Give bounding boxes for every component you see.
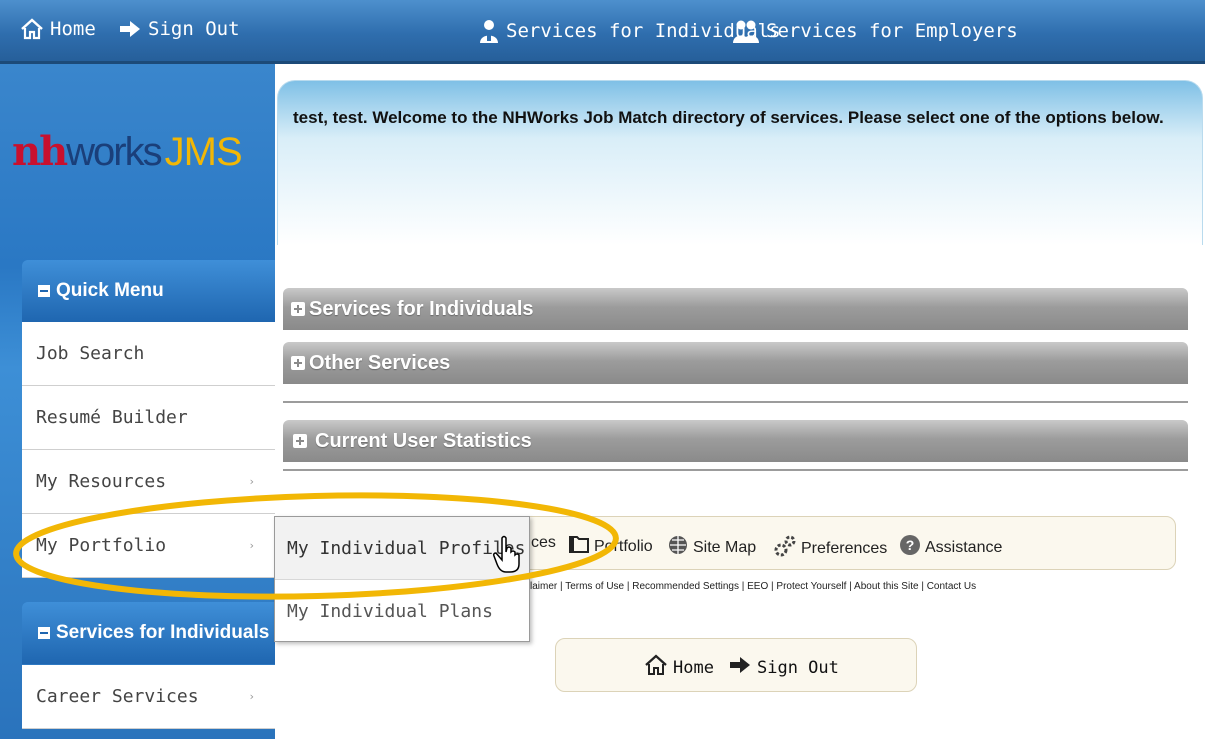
collapse-icon (38, 627, 50, 639)
nhworks-jms-logo[interactable]: nhworks JMS (12, 128, 243, 175)
section-other-services[interactable]: Other Services (283, 342, 1188, 384)
collapse-icon (38, 285, 50, 297)
utility-toolbar: ces Portfolio Site Map Preferences ? Ass… (440, 516, 1176, 570)
welcome-panel: test, test. Welcome to the NHWorks Job M… (277, 80, 1203, 245)
chevron-right-icon: › (248, 690, 255, 703)
chevron-right-icon: › (248, 475, 255, 488)
menu-item-my-resources[interactable]: My Resources › (22, 450, 275, 514)
toolbar-site-map[interactable]: Site Map (667, 534, 756, 561)
top-nav-bar: Home Sign Out Services for Individuals S… (0, 0, 1205, 64)
toolbar-resources[interactable]: ces (531, 534, 556, 552)
svg-text:?: ? (906, 537, 915, 553)
signout-link[interactable]: Sign Out (118, 18, 240, 40)
services-employers-label: Services for Employers (766, 20, 1018, 42)
divider (283, 469, 1188, 471)
expand-icon (291, 356, 305, 370)
menu-item-career-services[interactable]: Career Services › (22, 665, 275, 729)
services-menu-title: Services for Individuals (56, 622, 270, 643)
welcome-message: test, test. Welcome to the NHWorks Job M… (293, 108, 1164, 127)
section-services-individuals[interactable]: Services for Individuals (283, 288, 1188, 330)
globe-icon (667, 534, 689, 561)
services-employers-link[interactable]: Services for Employers (732, 18, 1018, 44)
bottom-home-link[interactable]: Home (644, 653, 714, 682)
signout-arrow-icon (728, 653, 752, 682)
footer-links[interactable]: claimer | Terms of Use | Recommended Set… (525, 581, 976, 592)
gears-icon (773, 534, 797, 563)
services-individuals-menu-header[interactable]: Services for Individuals (22, 602, 275, 664)
home-icon (20, 18, 44, 40)
home-link[interactable]: Home (20, 18, 96, 40)
divider (283, 401, 1188, 403)
chevron-right-icon: › (248, 539, 255, 552)
help-icon: ? (899, 534, 921, 561)
menu-item-resume-builder[interactable]: Resumé Builder (22, 386, 275, 450)
home-icon (644, 653, 668, 682)
bottom-nav: Home Sign Out (555, 638, 917, 692)
menu-item-my-portfolio[interactable]: My Portfolio › (22, 514, 275, 578)
section-current-user-statistics[interactable]: Current User Statistics (283, 420, 1188, 462)
signout-arrow-icon (118, 18, 142, 40)
expand-icon (293, 434, 307, 448)
signout-label: Sign Out (148, 18, 240, 40)
toolbar-assistance[interactable]: ? Assistance (899, 534, 1002, 561)
flyout-item-individual-profiles[interactable]: My Individual Profiles (275, 517, 529, 580)
bottom-signout-link[interactable]: Sign Out (728, 653, 839, 682)
quick-menu-header[interactable]: Quick Menu (22, 260, 275, 322)
expand-icon (291, 302, 305, 316)
toolbar-preferences[interactable]: Preferences (773, 534, 887, 563)
folder-icon (568, 534, 590, 559)
person-icon (478, 18, 500, 44)
menu-item-job-search[interactable]: Job Search (22, 322, 275, 386)
portfolio-flyout-menu: My Individual Profiles My Individual Pla… (274, 516, 530, 642)
toolbar-portfolio[interactable]: Portfolio (568, 534, 653, 559)
flyout-item-individual-plans[interactable]: My Individual Plans (275, 580, 529, 643)
people-icon (732, 18, 760, 44)
quick-menu-title: Quick Menu (56, 280, 164, 301)
home-label: Home (50, 18, 96, 40)
